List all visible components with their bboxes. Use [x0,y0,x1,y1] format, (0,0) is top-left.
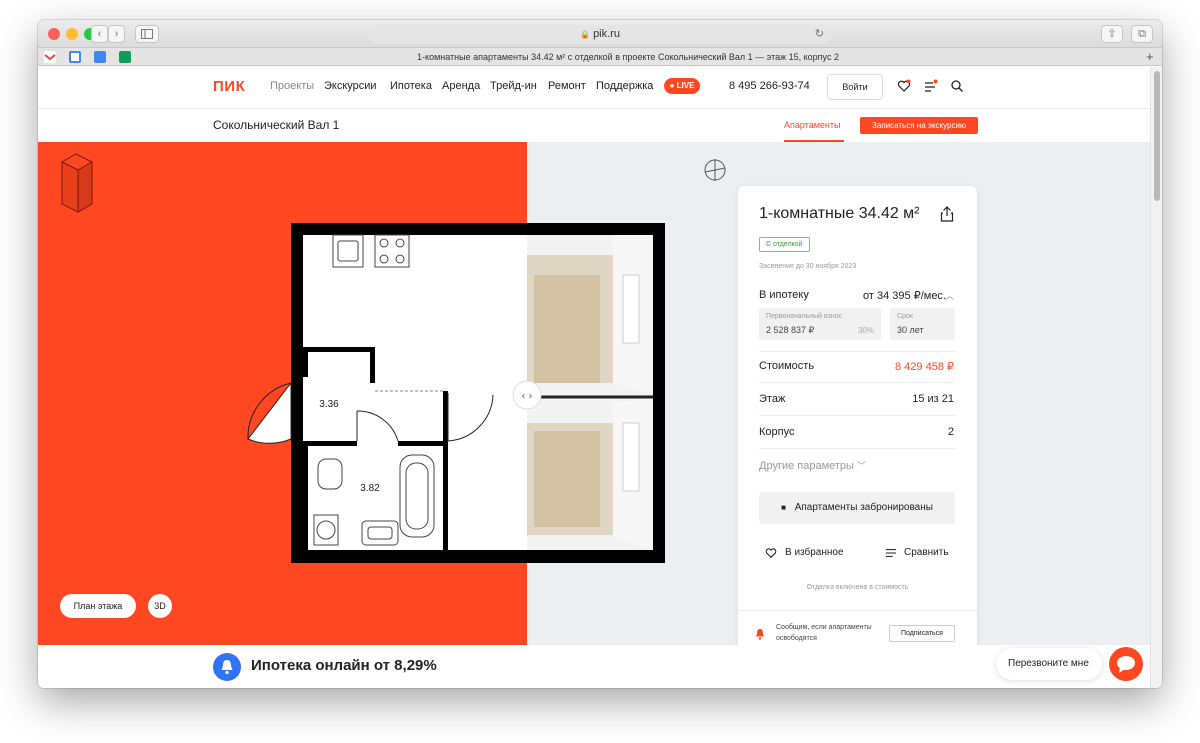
compass-icon [704,159,726,181]
nav-link-support[interactable]: Поддержка [596,80,653,92]
bell-icon [755,627,765,645]
down-payment-box[interactable]: Первоначальный взнос 2 528 837 ₽ 30% [759,308,881,340]
book-excursion-button[interactable]: Записаться на экскурсию [860,117,978,134]
building-value: 2 [947,426,954,438]
floor-plan-button[interactable]: План этажа [60,594,136,618]
mortgage-monthly-value[interactable]: от 34 395 ₽/мес. [863,289,946,302]
building-3d-icon[interactable] [58,152,94,214]
tab-bar: 1-комнатные апартаменты 34.42 м² с отдел… [38,48,1162,66]
heart-icon[interactable] [765,546,777,564]
down-payment-percent: 30% [857,326,874,335]
active-tab-title[interactable]: 1-комнатные апартаменты 34.42 м² с отдел… [158,48,1098,66]
callback-button[interactable]: Перезвоните мне [996,648,1102,680]
phone-number[interactable]: 8 495 266-93-74 [729,80,810,92]
docs-favicon-icon[interactable] [94,51,106,63]
lock-icon: 🔒 [580,30,590,39]
reserved-status-button[interactable]: ■ Апартаменты забронированы [759,492,955,524]
live-label: LIVE [676,81,695,90]
down-payment-value: 2 528 837 ₽ [766,325,815,335]
building-label: Корпус [759,426,795,438]
finishing-included-note: Отделка включена в стоимость [806,584,909,591]
subscribe-button[interactable]: Подписаться [889,625,955,642]
search-icon[interactable] [950,79,964,93]
live-badge[interactable]: ● LIVE [664,78,700,94]
mortgage-online-banner[interactable]: Ипотека онлайн от 8,29% [251,657,437,674]
site-header: ПИК Проекты Экскурсии Ипотека Аренда Тре… [38,67,1150,109]
favorites-heart-icon[interactable] [897,79,911,93]
add-to-favorites-button[interactable]: В избранное [785,547,844,558]
browser-window: ‹ › 🔒 pik.ru ↻ ⇪ ⧉ 1-комнатные апартамен… [38,20,1162,688]
floor-value: 15 из 21 [912,393,954,405]
room-area-hall: 3.36 [319,399,339,410]
floor-label: Этаж [759,393,786,405]
compare-button[interactable]: Сравнить [904,547,949,558]
divider [759,382,955,383]
url-text: pik.ru [593,28,620,40]
mortgage-bell-icon [213,653,241,681]
nav-link-rent[interactable]: Аренда [442,80,480,92]
nav-link-trade-in[interactable]: Трейд-ин [490,80,537,92]
compare-list-icon[interactable] [924,79,938,93]
down-payment-label: Первоначальный взнос [766,313,843,320]
room-area-bathroom: 3.82 [360,483,380,494]
tabs-overview-icon[interactable]: ⧉ [1131,25,1153,43]
logo[interactable]: ПИК [213,78,245,95]
page: ПИК Проекты Экскурсии Ипотека Аренда Тре… [38,67,1150,688]
bottom-banner: Ипотека онлайн от 8,29% Перезвоните мне [38,645,1150,688]
chevron-down-icon: ﹀ [857,461,867,471]
sidebar-icon[interactable] [135,25,159,43]
page-scrollbar[interactable] [1150,67,1162,688]
minimize-window-button[interactable] [66,28,78,40]
view-toggle-handle-icon[interactable]: ‹ › [521,391,532,402]
back-icon[interactable]: ‹ [91,25,108,43]
apartment-title: 1-комнатные 34.42 м² [759,205,920,222]
apartment-floor-plan[interactable]: ‹ › 3.36 3.82 [238,223,668,565]
forward-icon[interactable]: › [108,25,125,43]
tab-apartments[interactable]: Апартаменты [784,120,840,130]
other-params-label: Другие параметры [759,460,854,472]
reload-icon[interactable]: ↻ [815,25,824,44]
lock-icon: ■ [781,503,786,512]
new-tab-icon[interactable]: + [1146,48,1154,66]
divider [759,448,955,449]
title-bar: ‹ › 🔒 pik.ru ↻ ⇪ ⧉ [38,20,1162,48]
project-name[interactable]: Сокольнический Вал 1 [213,118,339,132]
other-params-toggle[interactable]: Другие параметры ﹀ [759,459,866,472]
nav-link-projects[interactable]: Проекты [270,80,314,92]
address-bar[interactable]: 🔒 pik.ru ↻ [370,25,830,44]
nav-link-repair[interactable]: Ремонт [548,80,586,92]
term-label: Срок [897,313,913,320]
chat-button[interactable] [1109,647,1143,681]
close-window-button[interactable] [48,28,60,40]
share-icon[interactable]: ⇪ [1101,25,1123,43]
share-apartment-icon[interactable] [940,206,954,227]
notify-text: Сообщим, если апартаменты освободятся [776,622,872,644]
notify-text-line-1: Сообщим, если апартаменты [776,624,872,631]
project-subnav: Сокольнический Вал 1 Апартаменты Записат… [38,109,1150,142]
calendar-favicon-icon[interactable] [69,51,81,63]
gmail-favicon-icon[interactable] [44,51,56,63]
finishing-badge: С отделкой [759,237,810,252]
settlement-date: Заселение до 30 ноября 2023 [759,263,857,270]
compare-icon[interactable] [885,546,897,564]
price-value: 8 429 458 ₽ [895,361,954,373]
sheets-favicon-icon[interactable] [119,51,131,63]
term-value: 30 лет [897,325,924,335]
apartment-info-card: 1-комнатные 34.42 м² С отделкой Заселени… [738,186,977,661]
login-button[interactable]: Войти [827,74,883,100]
term-box[interactable]: Срок 30 лет [890,308,955,340]
reserved-label: Апартаменты забронированы [794,502,933,513]
notify-text-line-2: освободятся [776,635,817,642]
divider [759,351,955,352]
price-label: Стоимость [759,360,815,372]
chat-bubble-icon [1117,656,1135,673]
divider [759,415,955,416]
mortgage-label: В ипотеку [759,289,809,301]
nav-link-mortgage[interactable]: Ипотека [390,80,432,92]
divider [738,610,977,611]
view-3d-button[interactable]: 3D [148,594,172,618]
nav-link-excursions[interactable]: Экскурсии [324,80,377,92]
chevron-up-icon[interactable]: ︿ [945,289,954,302]
scrollbar-thumb[interactable] [1154,71,1160,201]
